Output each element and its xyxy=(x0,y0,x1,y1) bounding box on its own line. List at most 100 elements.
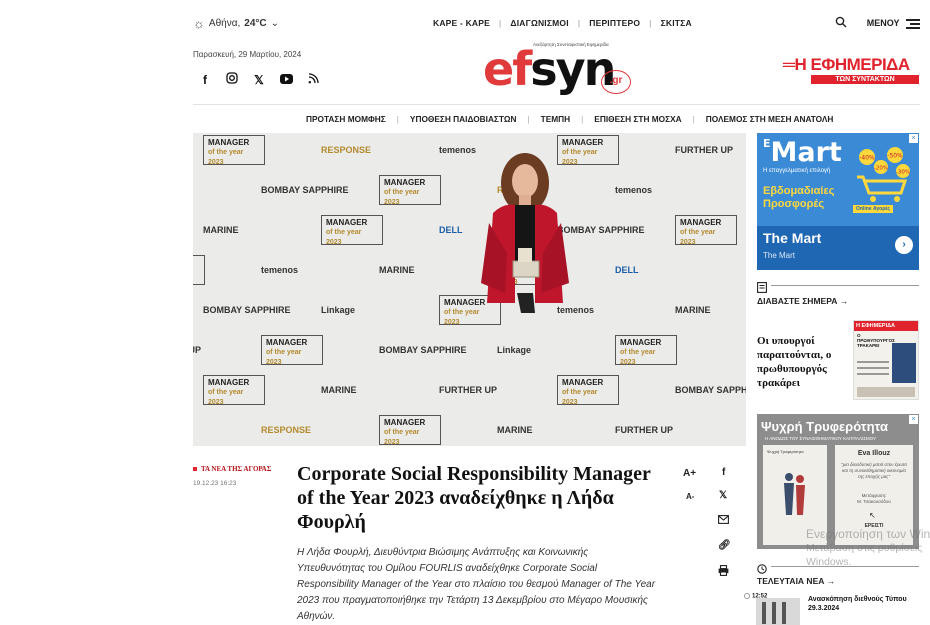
read-today-headline: Οι υπουργοί παραιτούνται, ο πρωθυπουργός… xyxy=(757,335,832,389)
article-hero-image[interactable]: MANAGER of the year 2023 RESPONSE temenos MA… xyxy=(193,133,746,446)
menu-label: ΜΕΝΟΥ xyxy=(866,17,900,28)
mart-tagline: Η επαγγελματική επιλογή xyxy=(763,168,831,174)
weather-widget[interactable]: ☼ Αθήνα, 24°C ⌄ xyxy=(193,16,279,31)
manager-of-the-year-logo: MANAGERof the year 2023 xyxy=(557,375,619,406)
svg-text:-40%: -40% xyxy=(859,155,875,162)
topics-nav: ΠΡΟΤΑΣΗ ΜΟΜΦΗΣ | ΥΠΟΘΕΣΗ ΠΑΙΔΟΒΙΑΣΤΩΝ | ΤΕ… xyxy=(306,114,833,124)
topic-item[interactable]: ΕΠΙΘΕΣΗ ΣΤΗ ΜΟΣΧΑ xyxy=(594,114,681,124)
sponsor-logo: FURTHER UP xyxy=(193,345,201,355)
facebook-share-icon[interactable]: f xyxy=(722,467,725,478)
sponsor-logo: MARINE xyxy=(497,425,533,435)
manager-of-the-year-logo: MANAGERof the year 2023 xyxy=(379,415,441,446)
sponsor-logo: Linkage xyxy=(321,305,356,315)
youtube-icon[interactable] xyxy=(279,73,293,87)
sponsor-logo: MARINE xyxy=(379,265,415,275)
manager-of-the-year-logo: MANAGERof the year 2023 xyxy=(203,375,265,406)
cover-photo xyxy=(892,343,916,383)
cover-line: Ο ΠΡΩΘΥΠΟΥΡΓΟΣ ΤΡΑΚΑΡΕΙ xyxy=(857,333,895,348)
rss-icon[interactable] xyxy=(306,72,320,87)
topic-item[interactable]: ΠΡΟΤΑΣΗ ΜΟΜΦΗΣ xyxy=(306,114,386,124)
nav-separator: | xyxy=(499,18,502,28)
top-right-controls: ΜΕΝΟΥ xyxy=(835,16,920,30)
topic-separator: | xyxy=(581,114,584,124)
nav-item-kiosk[interactable]: ΠΕΡΙΠΤΕΡΟ xyxy=(589,18,640,28)
topic-item[interactable]: ΥΠΟΘΕΣΗ ΠΑΙΔΟΒΙΑΣΤΩΝ xyxy=(410,114,517,124)
section-rule xyxy=(771,285,919,286)
read-today-link[interactable]: ΔΙΑΒΑΣΤΕ ΣΗΜΕΡΑ → xyxy=(757,296,848,306)
sponsor-logo: FURTHER UP xyxy=(675,145,733,155)
nav-item-cartoons[interactable]: ΣΚΙΤΣΑ xyxy=(661,18,692,28)
topic-item[interactable]: ΤΕΜΠΗ xyxy=(541,114,571,124)
book-quote: "μια διεισδυτική ματιά στον έρωτα και τη… xyxy=(841,462,907,479)
windows-activation-watermark: Ενεργοποίηση των Windows Μετάβαση στις ρ… xyxy=(806,527,930,568)
social-links: f 𝕏 xyxy=(198,72,320,87)
latest-news-title: Ανασκόπηση διεθνούς Τύπου 29.3.2024 xyxy=(808,596,907,612)
ad-close-icon[interactable]: × xyxy=(909,415,918,424)
sponsor-logo: BOMBAY SAPPHIRE xyxy=(675,385,746,395)
manager-of-the-year-logo: MANAGERof the year 2023 xyxy=(675,215,737,246)
read-today-card[interactable]: Οι υπουργοί παραιτούνται, ο πρωθυπουργός… xyxy=(757,320,919,400)
svg-text:-20%: -20% xyxy=(874,166,888,172)
cover-masthead: Η ΕΦΗΜΕΡΙΔΑ xyxy=(854,321,918,331)
instagram-icon[interactable] xyxy=(225,72,239,87)
email-share-icon[interactable] xyxy=(718,515,729,527)
x-icon[interactable]: 𝕏 xyxy=(252,73,266,87)
book-translation: Μετάφραση: Μ. Τσακουσόδου xyxy=(857,493,891,504)
mart-online-badge: Online Αγορές xyxy=(853,205,894,213)
topic-item[interactable]: ΠΟΛΕΜΟΣ ΣΤΗ ΜΕΣΗ ΑΝΑΤΟΛΗ xyxy=(706,114,834,124)
topic-separator: | xyxy=(692,114,695,124)
hamburger-icon xyxy=(906,19,920,29)
sponsor-logo: DELL xyxy=(615,265,639,275)
ad-close-icon[interactable]: × xyxy=(909,134,918,143)
topic-separator: | xyxy=(396,114,399,124)
sponsor-logo: FURTHER UP xyxy=(439,385,497,395)
font-increase-button[interactable]: A+ xyxy=(683,468,696,479)
nav-item-kare[interactable]: ΚΑΡΕ - ΚΑΡΕ xyxy=(433,18,490,28)
chevron-right-icon[interactable]: › xyxy=(895,236,913,254)
newspaper-title: ═Η ΕΦΗΜΕΡΙΔΑ xyxy=(783,55,910,74)
sun-icon: ☼ xyxy=(193,16,205,31)
cursor-icon: ↖ xyxy=(869,511,876,520)
latest-news-link[interactable]: ΤΕΛΕΥΤΑΙΑ ΝΕΑ → xyxy=(757,576,835,586)
mart-footer-title: The Mart xyxy=(763,230,822,246)
article-headline: Corporate Social Responsibility Manager … xyxy=(297,463,651,533)
facebook-icon[interactable]: f xyxy=(198,73,212,87)
manager-of-the-year-logo: MANAGERof the year 2023 xyxy=(203,135,265,166)
print-icon[interactable] xyxy=(718,565,729,579)
article-lead: Η Λήδα Φουρλή, Διευθύντρια Βιώσιμης Ανάπ… xyxy=(297,547,656,622)
sponsor-logo: FURTHER UP xyxy=(615,425,673,435)
x-share-icon[interactable]: 𝕏 xyxy=(719,490,727,501)
sponsor-logo: temenos xyxy=(261,265,299,275)
topic-separator: | xyxy=(527,114,530,124)
section-rule xyxy=(771,566,919,567)
manager-of-the-year-logo: MANAGERof the year 2023 xyxy=(193,255,205,285)
book-cover-title: Ψυχρή Τρυφερότητα xyxy=(767,449,804,454)
sponsor-logo: BOMBAY SAPPHIRE xyxy=(379,345,467,355)
nav-item-contests[interactable]: ΔΙΑΓΩΝΙΣΜΟΙ xyxy=(510,18,568,28)
menu-button[interactable]: ΜΕΝΟΥ xyxy=(866,17,920,29)
mart-advertisement[interactable]: EMart Η επαγγελματική επιλογή Εβδομαδιαί… xyxy=(757,133,919,270)
link-share-icon[interactable]: 🔗︎ xyxy=(718,540,731,551)
flag-dash-icon: ═ xyxy=(783,55,795,74)
svg-text:-30%: -30% xyxy=(896,170,910,176)
nav-separator: | xyxy=(649,18,652,28)
manager-of-the-year-logo: MANAGERof the year 2023 xyxy=(321,215,383,246)
top-bar: ☼ Αθήνα, 24°C ⌄ ΚΑΡΕ - ΚΑΡΕ | ΔΙΑΓΩΝΙΣΜΟ… xyxy=(193,14,920,34)
manager-of-the-year-logo: MANAGERof the year 2023 xyxy=(615,335,677,366)
woman-with-award-figure xyxy=(481,153,569,313)
logo-wordmark: efsyn xyxy=(483,42,616,96)
latest-news-thumbnail xyxy=(756,598,800,625)
font-decrease-button[interactable]: A- xyxy=(686,492,694,501)
article-timestamp: 19.12.23 16:23 xyxy=(193,480,237,487)
book-author: Eva Illouz xyxy=(857,450,891,457)
newspaper-cover-thumbnail: Η ΕΦΗΜΕΡΙΔΑ Ο ΠΡΩΘΥΠΟΥΡΓΟΣ ΤΡΑΚΑΡΕΙ xyxy=(853,320,919,400)
latest-news-item[interactable]: 12:52 Ανασκόπηση διεθνούς Τύπου 29.3.202… xyxy=(744,590,924,625)
search-icon[interactable] xyxy=(835,16,847,30)
newspaper-logo[interactable]: ═Η ΕΦΗΜΕΡΙΔΑ ΤΩΝ ΣΥΝΤΑΚΤΩΝ xyxy=(783,55,919,84)
sponsor-logo: RESPONSE xyxy=(261,425,312,435)
article-kicker[interactable]: ΤΑ ΝΕΑ ΤΗΣ ΑΓΟΡΑΣ xyxy=(193,465,271,473)
efsyn-logo[interactable]: Ανεξάρτητη Συνεταιριστική Εφημερίδα efsy… xyxy=(483,40,633,100)
sponsor-logo: MARINE xyxy=(321,385,357,395)
manager-of-the-year-logo: MANAGERof the year 2023 xyxy=(261,335,323,366)
current-date: Παρασκευή, 29 Μαρτίου, 2024 xyxy=(193,50,302,59)
